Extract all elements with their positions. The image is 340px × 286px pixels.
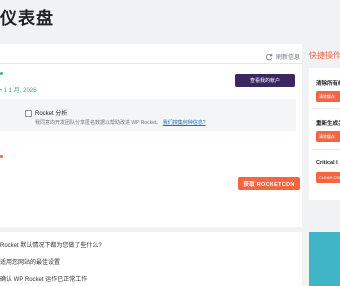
analytics-checkbox[interactable] — [25, 110, 32, 117]
clear-critical-css-button[interactable]: CLEAR CRI — [316, 172, 340, 183]
faq-item[interactable]: Rocket 默认情况下都为您做了些什么? — [0, 240, 102, 249]
quick-action-label: Critical I — [316, 160, 338, 166]
expiry-date: • 1 1 月, 2026 — [0, 88, 37, 94]
header-divider — [0, 63, 302, 64]
refresh-icon — [265, 53, 273, 60]
account-panel — [0, 44, 302, 227]
analytics-label: Rocket 分析 — [35, 111, 68, 117]
analytics-section: Rocket 分析 我同意向开发团队分享匿名数据以帮助改进 WP Rocket。… — [0, 99, 296, 131]
get-rocketcdn-button[interactable]: 获取 ROCKETCDN — [238, 177, 300, 190]
regenerate-button[interactable]: 清除缓存 — [316, 131, 340, 142]
analytics-description-text: 我同意向开发团队分享匿名数据以帮助改进 WP Rocket。 — [35, 120, 162, 126]
page-title: 仪表盘 — [0, 9, 54, 28]
quick-action-label: 重新生成关 — [316, 121, 340, 127]
clear-cache-button[interactable]: 清除缓存 — [316, 91, 340, 102]
quick-action-label: 清除所有缓 — [316, 81, 340, 87]
status-dot — [0, 72, 3, 75]
faq-item[interactable]: 适用您网站的最佳设置 — [0, 257, 60, 266]
promo-panel — [309, 232, 340, 286]
analytics-info-link[interactable]: 我们搜集何种信息? — [163, 120, 206, 126]
view-account-button[interactable]: 查看我的帐户 — [235, 74, 295, 87]
quick-action-divider — [313, 108, 340, 109]
refresh-label: 刷新信息 — [276, 55, 301, 61]
quick-action-divider — [313, 149, 340, 150]
analytics-description: 我同意向开发团队分享匿名数据以帮助改进 WP Rocket。 我们搜集何种信息? — [35, 119, 206, 126]
refresh-button[interactable]: 刷新信息 — [265, 52, 300, 61]
faq-item[interactable]: 确认 WP Rocket 运作已正常工作 — [0, 274, 87, 283]
quick-actions-title: 快捷操作 — [309, 51, 340, 60]
license-dot — [0, 155, 3, 158]
